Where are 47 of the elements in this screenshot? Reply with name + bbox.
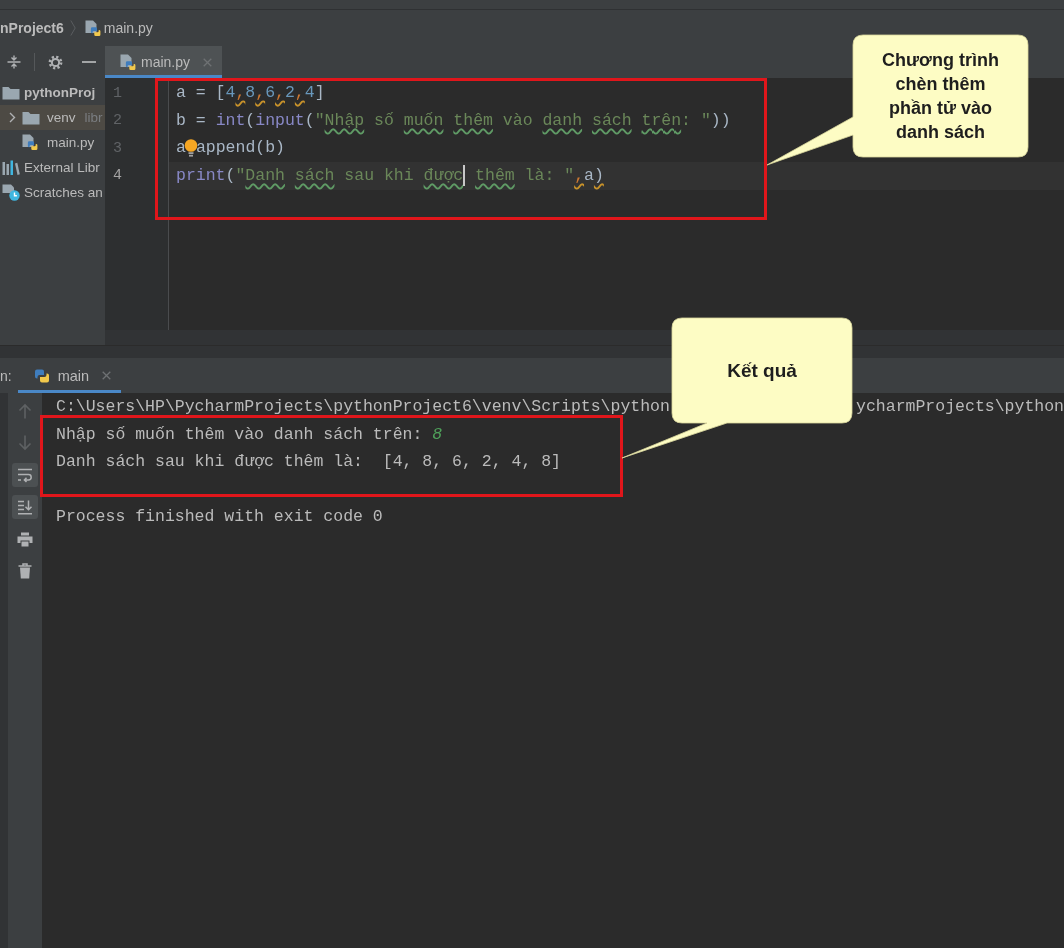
breadcrumb-item[interactable]: nProject6 <box>0 20 64 36</box>
trash-icon <box>18 563 32 579</box>
editor-tab[interactable]: main.py <box>105 46 223 78</box>
scroll-end-icon <box>17 499 33 515</box>
folder-icon <box>2 85 20 100</box>
tree-item[interactable]: venv libr <box>0 105 105 130</box>
python-icon <box>33 367 50 384</box>
chevron-right-icon[interactable] <box>8 112 16 123</box>
code-text: print("Danh sách sau khi được <box>176 164 464 187</box>
printer-icon <box>17 531 33 547</box>
python-file-icon <box>22 134 38 151</box>
chevron-right-icon <box>69 20 76 36</box>
tree-item[interactable]: Scratches an <box>0 180 105 205</box>
code-text: a <box>176 137 186 160</box>
code-text: b = int(input("Nhập số muốn thêm vào danh sách trên: ")) <box>176 109 731 132</box>
callout-text: Chương trình chèn thêm phần tử vào danh sách <box>881 49 1000 144</box>
python-file-icon <box>120 53 136 71</box>
tree-item-note: libr <box>84 110 103 125</box>
tree-item[interactable]: main.py <box>0 130 105 155</box>
console-text: C:\Users\HP\PycharmProjects\pythonProject6\venv\Scripts\python <box>56 397 670 417</box>
bars-icon <box>2 160 20 175</box>
wrap-icon <box>17 467 33 483</box>
console-text: Danh sách sau khi được thêm là: [4, 8, 6, 2, 4, 8] <box>56 452 561 472</box>
text-cursor-icon <box>463 165 466 187</box>
arrow-up-icon <box>18 403 32 419</box>
console-text: Nhập số muốn thêm vào danh sách trên: <box>56 424 423 444</box>
collapse-icon[interactable] <box>7 55 21 69</box>
arrow-down-icon <box>18 435 32 451</box>
console-text: Process finished with exit code 0 <box>56 507 383 527</box>
soft-wrap-button[interactable] <box>12 463 38 487</box>
line-number: 4 <box>112 166 123 186</box>
close-icon[interactable] <box>102 371 112 380</box>
code-text: a = [4,8,6,2,4] <box>176 82 325 105</box>
code-text: thêm là: ",a) <box>474 164 604 187</box>
user-input-text: 8 <box>432 424 443 444</box>
clock-file-icon <box>2 184 20 201</box>
run-panel-title: n: <box>0 367 12 384</box>
settings-icon[interactable] <box>48 54 63 70</box>
tree-item[interactable]: External Libr <box>0 155 105 180</box>
console-text: ycharmProjects\python <box>856 397 1064 417</box>
tree-item[interactable]: pythonProj <box>0 80 105 105</box>
python-file-icon <box>84 19 101 37</box>
scroll-to-end-button[interactable] <box>12 495 38 519</box>
callout-text: Kết quả <box>726 358 798 383</box>
code-text: append(b) <box>195 137 286 160</box>
breadcrumb-item[interactable]: main.py <box>84 19 153 37</box>
folder-icon <box>22 110 40 125</box>
